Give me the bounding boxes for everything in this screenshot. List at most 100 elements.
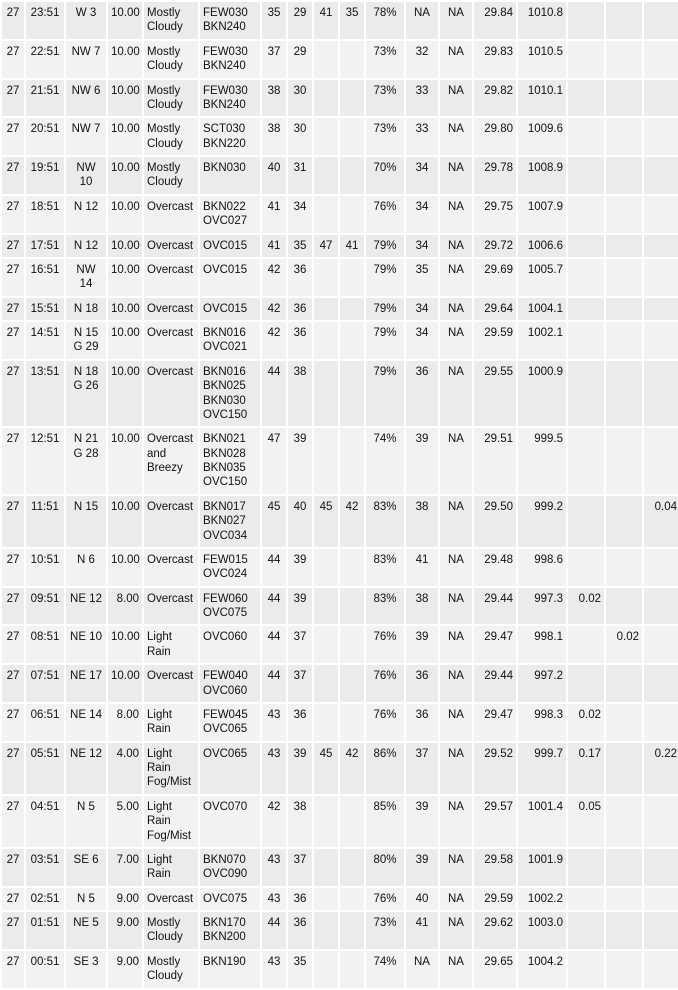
cell-time: 18:51 — [26, 195, 64, 233]
cell-dew: 39 — [288, 742, 312, 794]
cell-slp: 1005.7 — [518, 258, 566, 296]
cell-date: 27 — [2, 795, 24, 847]
cell-vis: 10.00 — [108, 665, 142, 702]
cell-p1 — [568, 2, 604, 39]
cell-date: 27 — [2, 360, 24, 427]
cell-wind: SE 6 — [66, 848, 106, 886]
cell-p3 — [606, 322, 642, 359]
cell-wind: N 5 — [66, 795, 106, 847]
cell-slp: 1002.2 — [518, 887, 566, 910]
cell-slp: 998.1 — [518, 626, 566, 664]
cell-rh: 73% — [366, 118, 404, 155]
cell-time: 09:51 — [26, 587, 64, 625]
cell-time: 05:51 — [26, 742, 64, 794]
cell-slpna: NA — [440, 626, 472, 664]
cell-time: 14:51 — [26, 322, 64, 359]
cell-p1 — [568, 118, 604, 155]
cell-weather: Overcast — [144, 548, 198, 586]
cell-slpna: NA — [440, 950, 472, 988]
cell-time: 13:51 — [26, 360, 64, 427]
cell-dew: 38 — [288, 360, 312, 427]
cell-sky: BKN016 OVC021 — [200, 322, 260, 359]
cell-rh: 79% — [366, 322, 404, 359]
cell-time: 22:51 — [26, 40, 64, 78]
cell-sky: FEW030 BKN240 — [200, 40, 260, 78]
cell-vis: 10.00 — [108, 258, 142, 296]
cell-p6 — [644, 297, 678, 320]
table-row: 27 15:51 N 18 10.00 Overcast OVC015 42 36 79% 34 N… — [2, 297, 678, 320]
cell-date: 27 — [2, 195, 24, 233]
cell-dew: 30 — [288, 118, 312, 155]
cell-p6 — [644, 665, 678, 702]
cell-p3 — [606, 887, 642, 910]
cell-wind: N 12 — [66, 195, 106, 233]
cell-apt: 38 — [406, 495, 438, 547]
cell-alt: 29.69 — [474, 258, 516, 296]
cell-p6 — [644, 887, 678, 910]
cell-hx — [314, 795, 338, 847]
cell-vis: 10.00 — [108, 79, 142, 117]
cell-rh: 73% — [366, 40, 404, 78]
cell-wind: NE 12 — [66, 742, 106, 794]
cell-rh: 73% — [366, 912, 404, 949]
cell-apt: 34 — [406, 297, 438, 320]
cell-weather: Overcast — [144, 297, 198, 320]
cell-p3 — [606, 118, 642, 155]
table-body: 27 23:51 W 3 10.00 Mostly Cloudy FEW030 BKN24… — [2, 2, 678, 988]
cell-date: 27 — [2, 258, 24, 296]
cell-hx — [314, 887, 338, 910]
cell-p3 — [606, 548, 642, 586]
cell-hx — [314, 950, 338, 988]
cell-slp: 1002.1 — [518, 322, 566, 359]
cell-hx: 45 — [314, 495, 338, 547]
cell-dew: 35 — [288, 950, 312, 988]
cell-time: 07:51 — [26, 665, 64, 702]
cell-p1 — [568, 428, 604, 494]
cell-p1 — [568, 912, 604, 949]
cell-time: 01:51 — [26, 912, 64, 949]
cell-temp: 44 — [262, 665, 286, 702]
cell-p1 — [568, 234, 604, 257]
cell-sky: FEW030 BKN240 — [200, 2, 260, 39]
cell-rh: 83% — [366, 587, 404, 625]
cell-p1 — [568, 626, 604, 664]
cell-weather: Mostly Cloudy — [144, 2, 198, 39]
cell-vis: 10.00 — [108, 360, 142, 427]
cell-dew: 40 — [288, 495, 312, 547]
cell-rh: 80% — [366, 848, 404, 886]
cell-alt: 29.83 — [474, 40, 516, 78]
cell-temp: 44 — [262, 548, 286, 586]
cell-temp: 43 — [262, 742, 286, 794]
cell-apt: 41 — [406, 548, 438, 586]
cell-wind: NW 14 — [66, 258, 106, 296]
table-row: 27 07:51 NE 17 10.00 Overcast FEW040 OVC060 44… — [2, 665, 678, 702]
cell-alt: 29.75 — [474, 195, 516, 233]
table-row: 27 10:51 N 6 10.00 Overcast FEW015 OVC024 44 39… — [2, 548, 678, 586]
cell-vis: 10.00 — [108, 297, 142, 320]
cell-hx — [314, 40, 338, 78]
cell-time: 06:51 — [26, 703, 64, 741]
cell-temp: 44 — [262, 587, 286, 625]
cell-p3 — [606, 665, 642, 702]
cell-date: 27 — [2, 665, 24, 702]
weather-observations-table: 27 23:51 W 3 10.00 Mostly Cloudy FEW030 BKN24… — [0, 0, 678, 990]
cell-weather: Mostly Cloudy — [144, 950, 198, 988]
cell-wc — [340, 703, 364, 741]
cell-weather: Mostly Cloudy — [144, 912, 198, 949]
cell-time: 12:51 — [26, 428, 64, 494]
cell-p6 — [644, 195, 678, 233]
table-row: 27 09:51 NE 12 8.00 Overcast FEW060 OVC075 44 3… — [2, 587, 678, 625]
cell-hx — [314, 195, 338, 233]
cell-date: 27 — [2, 322, 24, 359]
cell-alt: 29.59 — [474, 887, 516, 910]
cell-p3: 0.02 — [606, 626, 642, 664]
cell-sky: OVC065 — [200, 742, 260, 794]
cell-p1: 0.02 — [568, 703, 604, 741]
cell-alt: 29.80 — [474, 118, 516, 155]
cell-sky: BKN190 — [200, 950, 260, 988]
cell-p6 — [644, 40, 678, 78]
cell-temp: 44 — [262, 626, 286, 664]
cell-weather: Light Rain Fog/Mist — [144, 795, 198, 847]
cell-sky: FEW045 OVC065 — [200, 703, 260, 741]
table-row: 27 13:51 N 18 G 26 10.00 Overcast BKN016 BKN0… — [2, 360, 678, 427]
